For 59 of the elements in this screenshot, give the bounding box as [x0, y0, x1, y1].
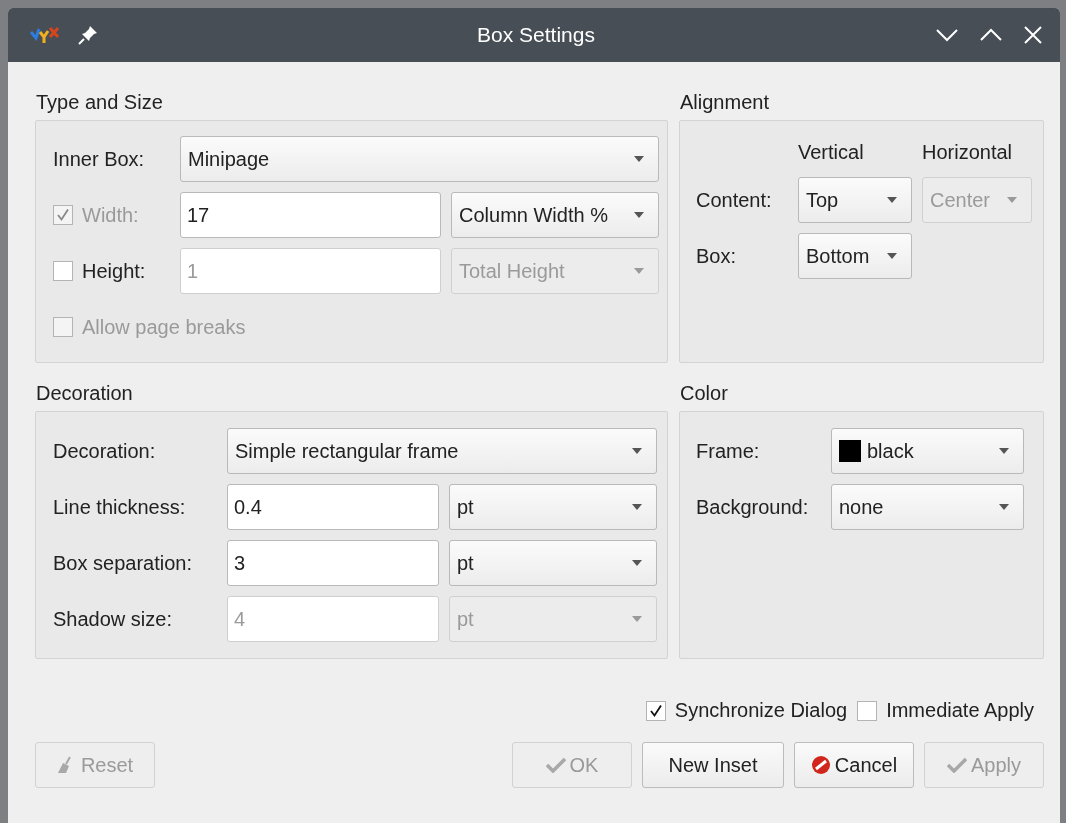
- group-title: Color: [680, 381, 728, 405]
- pin-icon[interactable]: [78, 25, 98, 45]
- field-label: Shadow size:: [53, 607, 173, 631]
- dropdown-caret-icon: [632, 504, 642, 510]
- dropdown-caret-icon: [887, 197, 897, 203]
- checkbox[interactable]: [53, 205, 73, 225]
- dialog-button[interactable]: Cancel: [794, 742, 914, 788]
- dropdown-caret-icon: [632, 448, 642, 454]
- input-field[interactable]: 3: [227, 540, 439, 586]
- unit-dropdown[interactable]: pt: [449, 540, 657, 586]
- maximize-icon[interactable]: [980, 28, 1002, 42]
- checkbox[interactable]: [53, 261, 73, 281]
- checkbox[interactable]: [645, 700, 666, 721]
- group-title: Type and Size: [36, 90, 163, 114]
- color-dropdown[interactable]: none: [831, 484, 1024, 530]
- minimize-icon[interactable]: [936, 28, 958, 42]
- dropdown[interactable]: Top: [798, 177, 912, 223]
- field-label: Decoration:: [53, 439, 157, 463]
- checkmark-icon: [947, 757, 967, 773]
- dropdown-caret-icon: [887, 253, 897, 259]
- field-label: Line thickness:: [53, 495, 187, 519]
- close-icon[interactable]: [1024, 26, 1042, 44]
- column-header: Horizontal: [922, 140, 1014, 164]
- checkmark-icon: [545, 757, 566, 773]
- app-logo-icon: [30, 26, 60, 44]
- field-label: Background:: [696, 495, 810, 519]
- dropdown-caret-icon: [634, 156, 644, 162]
- unit-dropdown[interactable]: pt: [449, 484, 657, 530]
- dropdown-caret-icon: [999, 504, 1009, 510]
- window-title: Box Settings: [476, 23, 596, 47]
- field-label: Box:: [696, 244, 738, 268]
- dropdown-caret-icon: [999, 448, 1009, 454]
- dropdown[interactable]: Simple rectangular frame: [227, 428, 657, 474]
- input-field[interactable]: 0.4: [227, 484, 439, 530]
- column-header: Vertical: [798, 140, 865, 164]
- group-title: Decoration: [36, 381, 133, 405]
- dialog-button[interactable]: New Inset: [642, 742, 784, 788]
- cancel-icon: [810, 755, 831, 775]
- field-label: Box separation:: [53, 551, 193, 575]
- field-label: Frame:: [696, 439, 761, 463]
- field-label: Inner Box:: [53, 147, 146, 171]
- color-dropdown[interactable]: black: [831, 428, 1024, 474]
- dropdown-caret-icon: [632, 560, 642, 566]
- dropdown-caret-icon: [1007, 197, 1017, 203]
- dropdown[interactable]: Bottom: [798, 233, 912, 279]
- group-title: Alignment: [680, 90, 769, 114]
- checkbox-label: Synchronize Dialog: [674, 699, 848, 722]
- checkbox-label: Width:: [82, 203, 139, 227]
- dropdown[interactable]: Minipage: [180, 136, 659, 182]
- field-label: Content:: [696, 188, 773, 212]
- checkbox-label: Height:: [82, 259, 146, 283]
- checkbox-label: Allow page breaks: [82, 315, 246, 339]
- dropdown-caret-icon: [634, 212, 644, 218]
- checkbox-label: Immediate Apply: [886, 699, 1034, 722]
- checkbox[interactable]: [857, 700, 878, 721]
- dropdown-caret-icon: [634, 268, 644, 274]
- input-field[interactable]: 17: [180, 192, 441, 238]
- dropdown-caret-icon: [632, 616, 642, 622]
- unit-dropdown[interactable]: Column Width %: [451, 192, 659, 238]
